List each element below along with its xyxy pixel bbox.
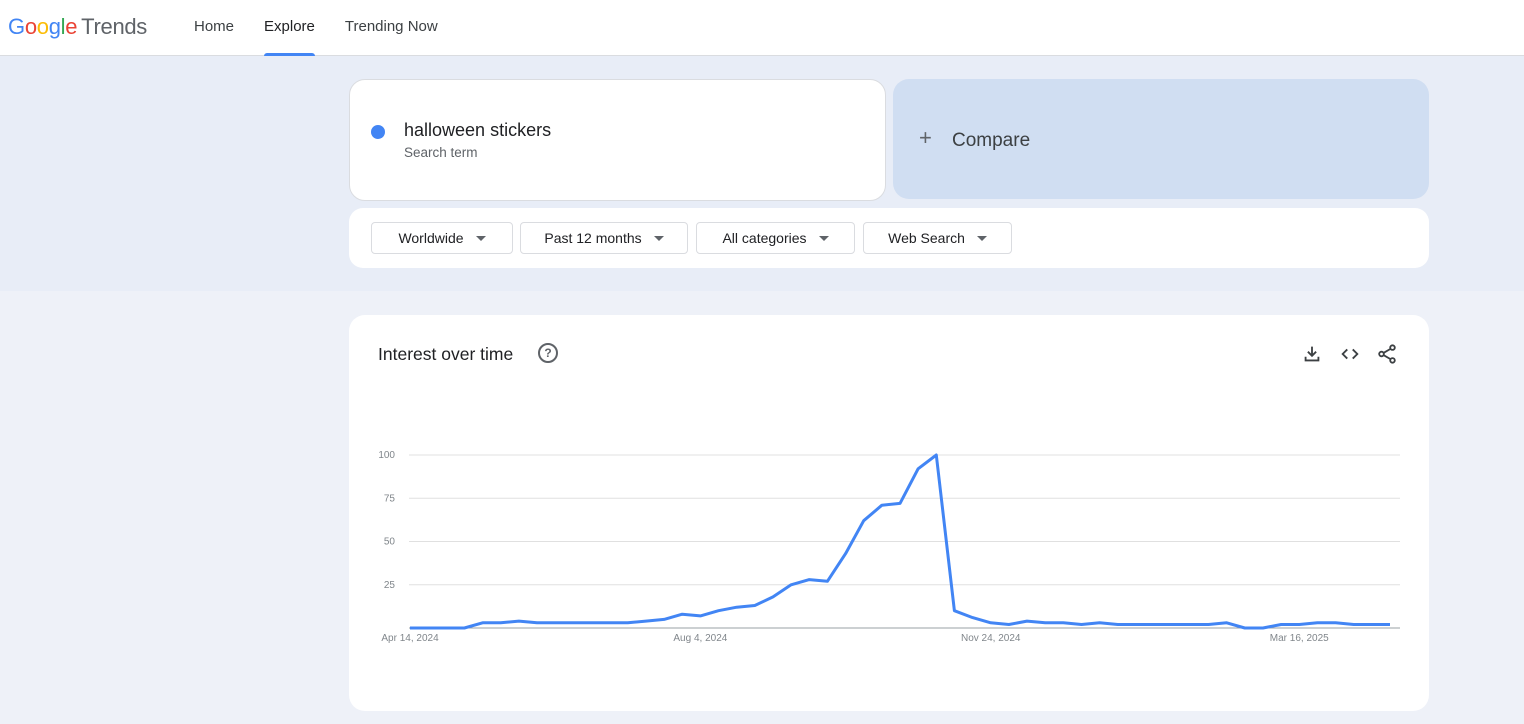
x-tick-label: Nov 24, 2024: [961, 633, 1021, 644]
search-term-name[interactable]: halloween stickers: [404, 120, 551, 141]
time-range-filter-label: Past 12 months: [544, 230, 642, 246]
compare-label: Compare: [952, 130, 1031, 151]
logo-google-wordmark: Google: [8, 14, 78, 39]
y-tick-label: 25: [384, 580, 396, 591]
y-tick-label: 100: [378, 450, 395, 461]
search-type-filter-label: Web Search: [888, 230, 965, 246]
category-filter-label: All categories: [722, 230, 807, 246]
main-nav: Home Explore Trending Now: [194, 0, 468, 56]
google-trends-logo[interactable]: Google Trends: [8, 14, 147, 40]
search-term-card[interactable]: halloween stickers Search term: [349, 79, 886, 201]
x-tick-label: Apr 14, 2024: [381, 633, 439, 644]
logo-product-name: Trends: [81, 14, 148, 39]
plus-icon: +: [919, 125, 932, 150]
top-app-bar: Google Trends Home Explore Trending Now: [0, 0, 1524, 56]
dropdown-arrow-icon: [818, 235, 829, 241]
filter-bar: Worldwide Past 12 months All categories …: [349, 208, 1429, 268]
interest-line-chart: 25 50 75 100 Apr 14, 2024 Aug 4, 2024 Nov 24, …: [378, 450, 1400, 644]
nav-tab-trending-now[interactable]: Trending Now: [345, 0, 438, 56]
nav-tab-explore[interactable]: Explore: [264, 0, 315, 56]
time-range-filter-dropdown[interactable]: Past 12 months: [520, 222, 688, 254]
search-term-type: Search term: [404, 145, 478, 160]
category-filter-dropdown[interactable]: All categories: [696, 222, 855, 254]
dropdown-arrow-icon: [976, 235, 987, 241]
interest-over-time-card: Interest over time ? 25 50 75 100 Apr 14, 20…: [349, 315, 1429, 711]
term-color-dot: [371, 125, 385, 139]
x-tick-label: Mar 16, 2025: [1270, 633, 1329, 644]
dropdown-arrow-icon: [475, 235, 486, 241]
region-filter-dropdown[interactable]: Worldwide: [371, 222, 513, 254]
nav-tab-home[interactable]: Home: [194, 0, 234, 56]
compare-button[interactable]: + Compare: [893, 79, 1429, 199]
dropdown-arrow-icon: [653, 235, 664, 241]
x-tick-label: Aug 4, 2024: [673, 633, 727, 644]
y-tick-label: 75: [384, 493, 396, 504]
search-type-filter-dropdown[interactable]: Web Search: [863, 222, 1012, 254]
y-tick-label: 50: [384, 537, 396, 548]
region-filter-label: Worldwide: [398, 230, 464, 246]
